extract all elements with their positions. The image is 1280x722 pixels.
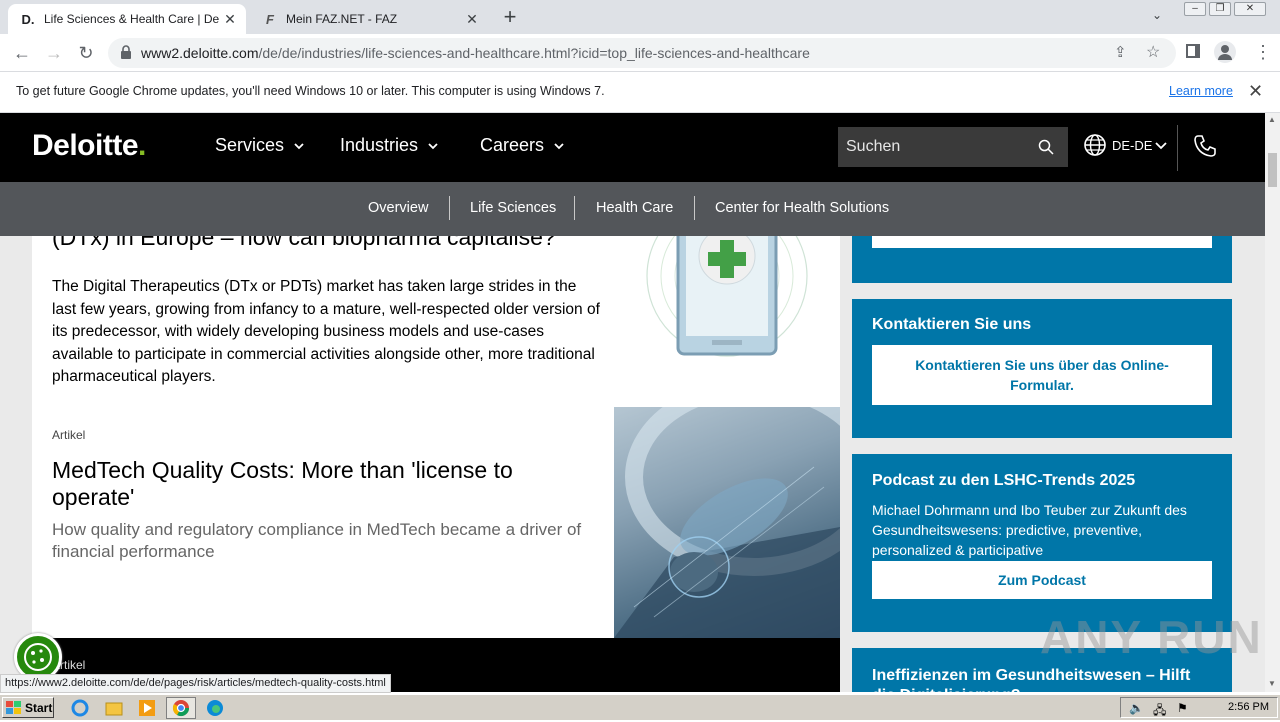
infobar-message: To get future Google Chrome updates, you… (16, 84, 605, 98)
close-icon[interactable]: ✕ (1248, 81, 1263, 102)
article-description: The Digital Therapeutics (DTx or PDTs) m… (52, 278, 600, 385)
menu-kebab-icon[interactable]: ⋮ (1254, 42, 1272, 63)
faz-favicon-icon: F (266, 11, 274, 27)
chevron-down-icon (294, 142, 304, 149)
tab-title: Life Sciences & Health Care | Deloitte (44, 12, 219, 26)
header-divider (1177, 125, 1178, 171)
subnav-divider (574, 196, 575, 220)
close-window-icon[interactable]: ✕ (1234, 2, 1266, 16)
article-card-dtx[interactable]: (DTx) in Europe – how can biopharma capi… (32, 236, 840, 407)
page-scrollbar[interactable]: ▲ ▼ (1265, 113, 1280, 692)
learn-more-link[interactable]: Learn more (1169, 84, 1233, 98)
mri-scan-photo (614, 407, 840, 638)
nav-services[interactable]: Services (215, 135, 304, 156)
link-status-bubble: https://www2.deloitte.com/de/de/pages/ri… (0, 674, 391, 693)
chevron-down-icon (1155, 142, 1168, 150)
cookie-icon (24, 643, 52, 671)
lock-icon (121, 45, 131, 59)
bookmark-star-icon[interactable]: ☆ (1146, 42, 1160, 62)
chrome-update-infobar: To get future Google Chrome updates, you… (0, 72, 1280, 113)
edge-icon[interactable] (205, 698, 225, 718)
article-card-medtech[interactable]: Artikel MedTech Quality Costs: More than… (32, 407, 840, 638)
new-tab-button[interactable]: + (498, 6, 522, 30)
media-player-icon[interactable] (137, 698, 157, 718)
site-header: Deloitte. Services Industries Careers DE… (0, 113, 1265, 182)
subnav-life-sciences[interactable]: Life Sciences (470, 200, 556, 216)
podcast-heading: Podcast zu den LSHC-Trends 2025 (872, 472, 1136, 489)
restore-window-icon[interactable]: ❐ (1209, 2, 1231, 16)
digital-therapeutics-illustration (646, 236, 808, 357)
tab-deloitte[interactable]: D. Life Sciences & Health Care | Deloitt… (8, 4, 246, 34)
windows-taskbar: Start 🔈 🖧 ⚑ 2:56 PM (0, 694, 1280, 720)
tab-close-icon[interactable]: ✕ (464, 11, 480, 27)
search-input[interactable] (838, 127, 1028, 167)
side-panel-icon[interactable] (1186, 44, 1200, 58)
chrome-taskbar-icon[interactable] (166, 697, 196, 719)
sidebar-box-top (852, 236, 1232, 283)
nav-careers[interactable]: Careers (480, 135, 564, 156)
deloitte-logo[interactable]: Deloitte. (32, 129, 146, 163)
podcast-box: Podcast zu den LSHC-Trends 2025 Michael … (852, 454, 1232, 632)
article-title[interactable]: (DTx) in Europe – how can biopharma capi… (52, 236, 612, 251)
search-icon[interactable] (1038, 139, 1054, 155)
subnav-overview[interactable]: Overview (368, 200, 428, 216)
browser-tab-strip: D. Life Sciences & Health Care | Deloitt… (0, 0, 1280, 34)
windows-logo-icon (6, 700, 21, 714)
file-explorer-icon[interactable] (104, 698, 124, 718)
anyrun-watermark: ANY RUN (1040, 611, 1263, 663)
share-icon[interactable]: ⇪ (1114, 43, 1127, 61)
scroll-up-icon[interactable]: ▲ (1268, 115, 1276, 124)
address-bar[interactable]: www2.deloitte.com/de/de/industries/life-… (108, 38, 1176, 68)
article-description: How quality and regulatory compliance in… (52, 520, 582, 561)
podcast-text: Michael Dohrmann und Ibo Teuber zur Zuku… (872, 502, 1187, 558)
browser-toolbar: ← → ↻ www2.deloitte.com/de/de/industries… (0, 34, 1280, 72)
chevron-down-icon (428, 142, 438, 149)
deloitte-favicon-icon: D. (21, 11, 35, 27)
sidebar-button-partial[interactable] (872, 236, 1212, 248)
subnav-divider (449, 196, 450, 220)
system-tray: 🔈 🖧 ⚑ 2:56 PM (1120, 697, 1278, 718)
contact-box: Kontaktieren Sie uns Kontaktieren Sie un… (852, 299, 1232, 438)
sub-navigation: Overview Life Sciences Health Care Cente… (0, 182, 1265, 236)
subnav-center-for-health-solutions[interactable]: Center for Health Solutions (715, 200, 889, 216)
nav-industries[interactable]: Industries (340, 135, 438, 156)
reload-icon[interactable]: ↻ (74, 41, 98, 65)
back-arrow-icon[interactable]: ← (10, 41, 34, 65)
start-button[interactable]: Start (2, 697, 54, 718)
scroll-down-icon[interactable]: ▼ (1268, 679, 1276, 688)
article-type-label: Artikel (52, 428, 86, 442)
forward-arrow-icon[interactable]: → (42, 41, 66, 65)
tab-close-icon[interactable]: ✕ (222, 11, 238, 27)
profile-avatar-icon[interactable] (1214, 41, 1236, 63)
tab-search-chevron-icon[interactable]: ⌄ (1152, 8, 1162, 22)
network-icon[interactable]: 🖧 (1153, 701, 1166, 722)
globe-icon (1084, 134, 1106, 156)
inefficiency-heading[interactable]: Ineffizienzen im Gesundheitswesen – Hilf… (872, 666, 1212, 692)
subnav-divider (694, 196, 695, 220)
internet-explorer-icon[interactable] (70, 698, 90, 718)
taskbar-clock[interactable]: 2:56 PM (1228, 701, 1269, 713)
article-title[interactable]: MedTech Quality Costs: More than 'licens… (52, 457, 582, 511)
phone-icon[interactable] (1192, 133, 1218, 159)
url-text: www2.deloitte.com/de/de/industries/life-… (141, 45, 810, 61)
chevron-down-icon (554, 142, 564, 149)
language-selector[interactable]: DE-DE (1083, 133, 1168, 157)
contact-form-button[interactable]: Kontaktieren Sie uns über das Online-For… (872, 345, 1212, 405)
podcast-button[interactable]: Zum Podcast (872, 561, 1212, 599)
tab-faz[interactable]: F Mein FAZ.NET - FAZ ✕ (250, 4, 488, 34)
scrollbar-thumb[interactable] (1268, 153, 1277, 187)
volume-icon[interactable]: 🔈 (1129, 701, 1144, 715)
subnav-health-care[interactable]: Health Care (596, 200, 673, 216)
action-center-flag-icon[interactable]: ⚑ (1177, 701, 1188, 715)
site-search (838, 127, 1068, 167)
minimize-window-icon[interactable]: – (1184, 2, 1206, 16)
contact-heading: Kontaktieren Sie uns (872, 316, 1032, 333)
tab-title: Mein FAZ.NET - FAZ (286, 12, 398, 26)
